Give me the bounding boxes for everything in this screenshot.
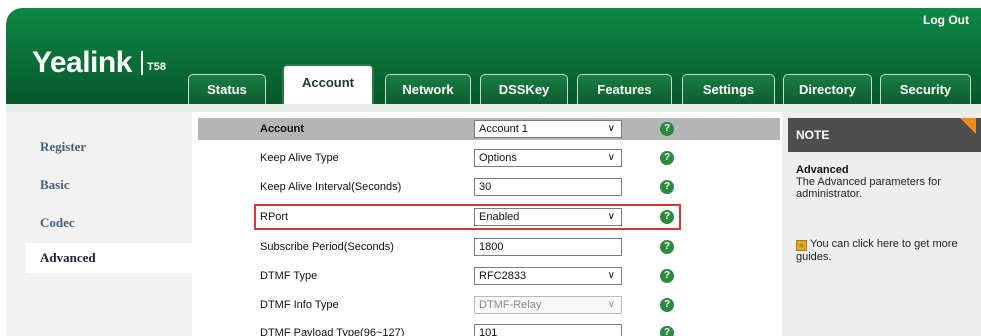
sidebar-item-basic[interactable]: Basic: [26, 170, 192, 200]
dtmf-info-type-value: DTMF-Relay: [479, 299, 542, 311]
account-select-value: Account 1: [479, 123, 528, 135]
sidebar: Register Basic Codec Advanced: [6, 112, 192, 336]
app-frame: Log Out Yealink T58 Status Account Netwo…: [6, 8, 981, 336]
account-label: Account: [260, 123, 304, 135]
tab-underbar: [6, 104, 981, 112]
chevron-down-icon: ∨: [607, 123, 615, 134]
tab-directory[interactable]: Directory: [783, 74, 872, 104]
guide-text[interactable]: You can click here to get more guides.: [796, 238, 958, 263]
note-corner-icon: [960, 118, 976, 134]
tab-account[interactable]: Account: [282, 64, 374, 104]
dtmf-type-label: DTMF Type: [260, 270, 318, 282]
keep-alive-interval-value: 30: [479, 181, 492, 193]
tab-network[interactable]: Network: [385, 74, 471, 104]
dtmf-payload-type-input[interactable]: 101: [474, 324, 622, 336]
dtmf-type-value: RFC2833: [479, 270, 527, 282]
sidebar-item-codec[interactable]: Codec: [26, 208, 192, 238]
subscribe-period-value: 1800: [479, 241, 504, 253]
tab-status[interactable]: Status: [188, 74, 266, 104]
question-icon[interactable]: ?: [660, 151, 674, 165]
tab-security[interactable]: Security: [880, 74, 971, 104]
keep-alive-type-value: Options: [479, 152, 517, 164]
dtmf-type-select[interactable]: RFC2833 ∨: [474, 267, 622, 285]
note-panel: NOTE Advanced The Advanced parameters fo…: [782, 112, 981, 336]
chevron-down-icon: ∨: [607, 211, 615, 222]
guide-link[interactable]: ■ You can click here to get more guides.: [796, 238, 976, 263]
question-icon[interactable]: ?: [660, 326, 674, 336]
guide-book-icon[interactable]: ■: [796, 240, 807, 251]
chevron-down-icon: ∨: [607, 152, 615, 163]
question-icon[interactable]: ?: [660, 122, 674, 136]
keep-alive-type-label: Keep Alive Type: [260, 152, 339, 164]
keep-alive-interval-input[interactable]: 30: [474, 178, 622, 196]
sidebar-item-advanced[interactable]: Advanced: [26, 243, 192, 273]
dtmf-info-type-select[interactable]: DTMF-Relay ∨: [474, 296, 622, 314]
note-text: The Advanced parameters for administrato…: [796, 176, 941, 200]
logo-separator: [141, 51, 143, 75]
rport-value: Enabled: [479, 211, 520, 223]
chevron-down-icon: ∨: [607, 299, 615, 310]
yealink-logo: Yealink: [32, 46, 132, 79]
rport-label: RPort: [260, 211, 289, 223]
model-label: T58: [147, 61, 166, 73]
keep-alive-interval-label: Keep Alive Interval(Seconds): [260, 181, 402, 193]
dtmf-info-type-label: DTMF Info Type: [260, 299, 339, 311]
rport-select[interactable]: Enabled ∨: [474, 208, 622, 226]
tab-features[interactable]: Features: [577, 74, 672, 104]
question-icon[interactable]: ?: [660, 180, 674, 194]
subscribe-period-input[interactable]: 1800: [474, 238, 622, 256]
question-icon[interactable]: ?: [660, 298, 674, 312]
chevron-down-icon: ∨: [607, 270, 615, 281]
note-title: NOTE: [788, 118, 981, 152]
question-icon[interactable]: ?: [660, 240, 674, 254]
account-select[interactable]: Account 1 ∨: [474, 120, 622, 138]
note-heading: Advanced: [796, 164, 849, 176]
dtmf-payload-type-label: DTMF Payload Type(96~127): [260, 327, 405, 336]
question-icon[interactable]: ?: [660, 210, 674, 224]
subscribe-period-label: Subscribe Period(Seconds): [260, 241, 394, 253]
question-icon[interactable]: ?: [660, 269, 674, 283]
logout-link[interactable]: Log Out: [923, 13, 969, 27]
keep-alive-type-select[interactable]: Options ∨: [474, 149, 622, 167]
dtmf-payload-type-value: 101: [479, 327, 498, 336]
tab-settings[interactable]: Settings: [682, 74, 775, 104]
sidebar-item-register[interactable]: Register: [26, 132, 192, 162]
settings-form: Account Account 1 ∨ ? Keep Alive Type Op…: [192, 112, 782, 336]
tab-dsskey[interactable]: DSSKey: [480, 74, 568, 104]
top-header: Log Out Yealink T58 Status Account Netwo…: [6, 8, 981, 104]
